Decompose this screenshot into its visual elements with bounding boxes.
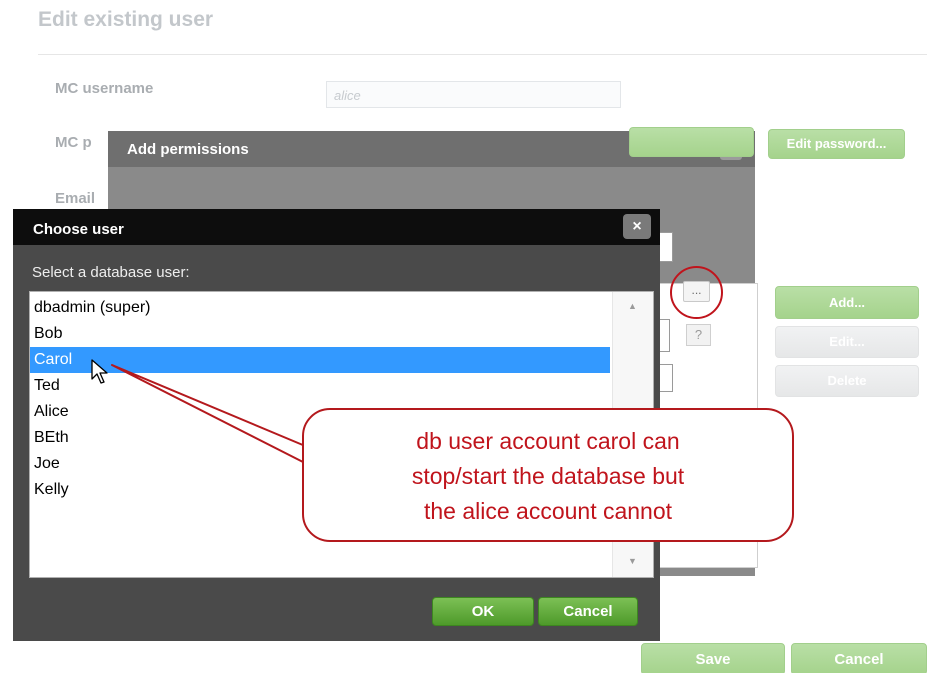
username-label: MC username: [55, 80, 154, 97]
choose-user-cancel-button[interactable]: Cancel: [538, 597, 638, 626]
mouse-pointer-icon: [91, 359, 108, 384]
title-divider: [38, 54, 927, 55]
user-list-item-carol-selected[interactable]: Carol: [30, 347, 610, 373]
annotation-callout: db user account carol can stop/start the…: [302, 408, 794, 542]
choose-user-header: Choose user ×: [13, 209, 660, 245]
user-list-item-ted[interactable]: Ted: [30, 373, 610, 399]
ok-button[interactable]: OK: [432, 597, 534, 626]
scroll-up-icon[interactable]: ▲: [628, 301, 637, 311]
help-button[interactable]: ?: [686, 324, 711, 346]
annotation-line: db user account carol can: [416, 428, 680, 454]
annotation-text: db user account carol can stop/start the…: [304, 424, 792, 529]
scroll-down-icon[interactable]: ▼: [628, 556, 637, 566]
choose-user-close-icon[interactable]: ×: [623, 214, 651, 239]
edit-permission-button[interactable]: Edit...: [775, 326, 919, 358]
add-permission-button[interactable]: Add...: [775, 286, 919, 319]
save-button[interactable]: Save: [641, 643, 785, 673]
browse-button-highlight: [670, 266, 723, 319]
page-title: Edit existing user: [38, 8, 214, 31]
add-permissions-title: Add permissions: [127, 141, 249, 158]
annotation-line: stop/start the database but: [411, 463, 685, 489]
password-label: MC p: [55, 134, 92, 151]
email-label: Email: [55, 190, 96, 207]
username-field[interactable]: alice: [326, 81, 621, 108]
user-list-item-bob[interactable]: Bob: [30, 321, 610, 347]
username-value: alice: [334, 88, 361, 103]
annotation-line: the alice account cannot: [423, 498, 673, 524]
edit-password-button[interactable]: Edit password...: [768, 129, 905, 159]
delete-permission-button[interactable]: Delete: [775, 365, 919, 397]
add-permissions-hidden-button[interactable]: [629, 127, 754, 157]
edit-user-page: Edit existing user MC username alice MC …: [0, 0, 927, 673]
choose-user-title: Choose user: [33, 221, 124, 238]
choose-user-prompt: Select a database user:: [32, 264, 190, 281]
user-list-item-dbadmin[interactable]: dbadmin (super): [30, 295, 610, 321]
cancel-button[interactable]: Cancel: [791, 643, 927, 673]
